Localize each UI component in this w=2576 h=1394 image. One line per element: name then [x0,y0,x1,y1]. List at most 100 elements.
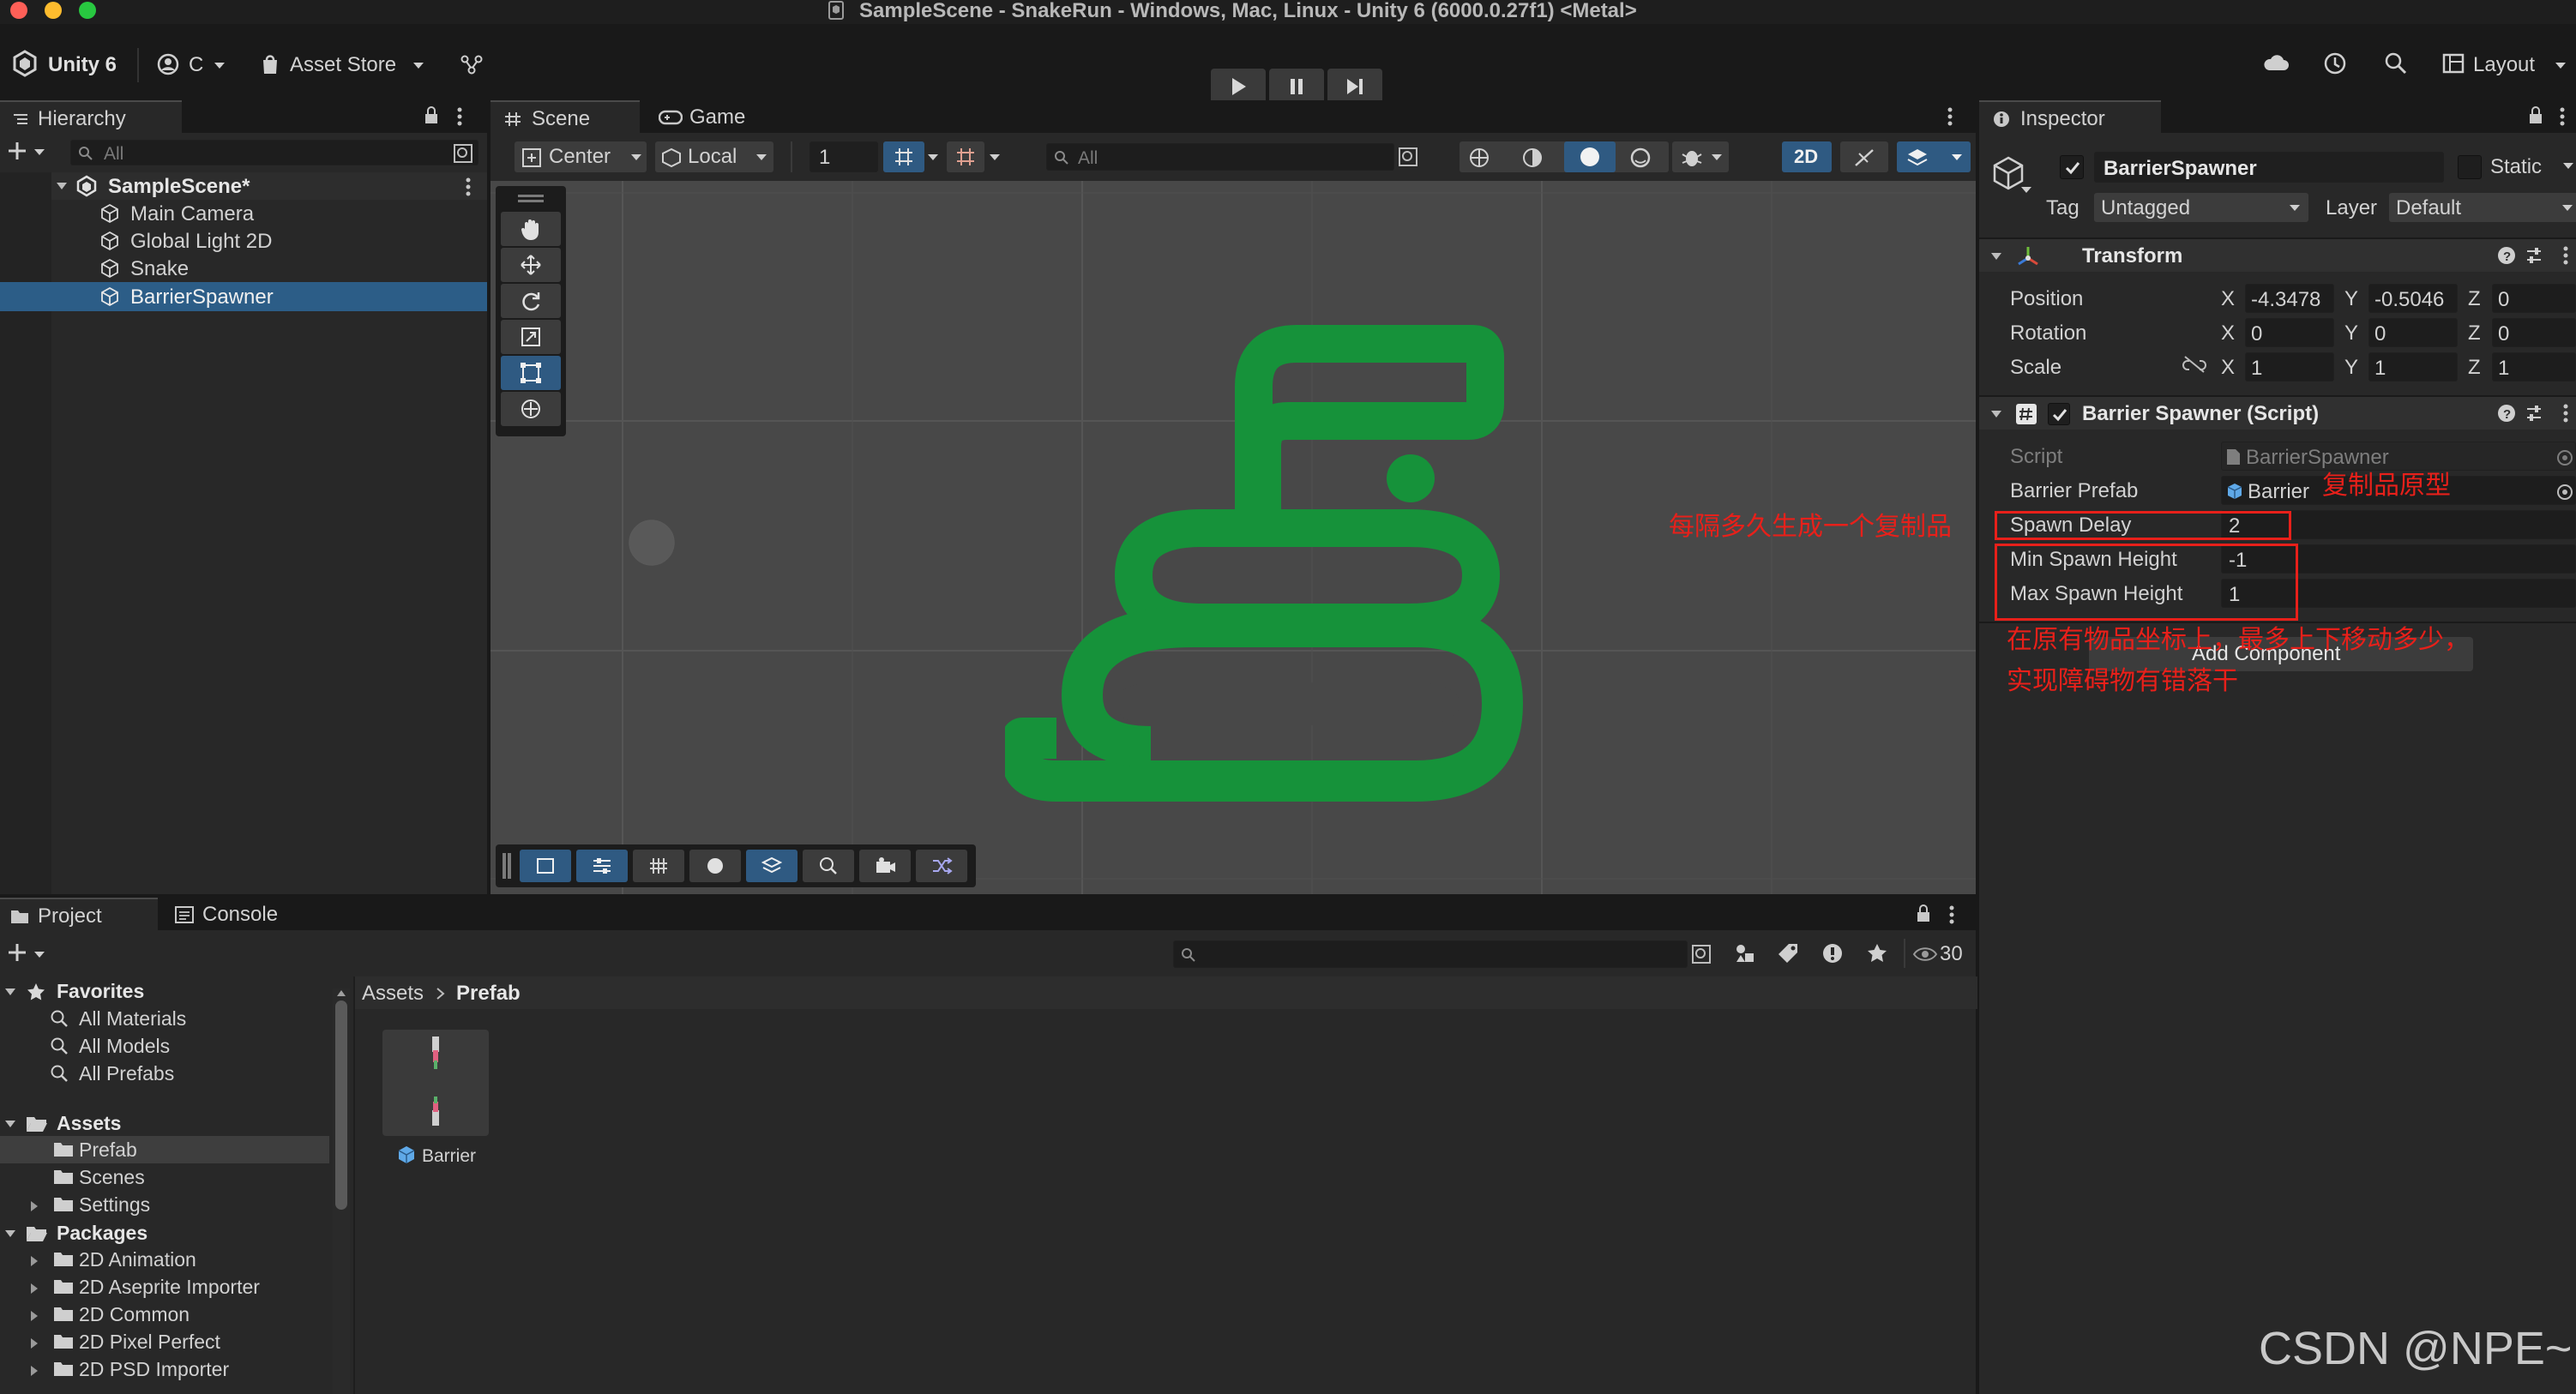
foldout-collapsed-icon[interactable] [29,1364,39,1378]
hierarchy-item[interactable]: Main Camera [51,200,487,227]
account-icon[interactable] [156,52,180,76]
lock-icon[interactable] [2528,106,2543,125]
folder-label[interactable]: Scenes [79,1168,145,1187]
foldout-arrow-icon[interactable] [3,1119,17,1129]
foldout-arrow-icon[interactable] [55,181,69,191]
tab-inspector[interactable]: Inspector [1979,100,2161,133]
help-icon[interactable]: ? [2497,404,2516,423]
foldout-collapsed-icon[interactable] [29,1199,39,1213]
rect-tool[interactable] [501,356,561,390]
overlay-rect-button[interactable] [520,850,571,882]
plus-icon[interactable] [7,942,27,963]
mode-2d-toggle[interactable]: 2D [1782,141,1832,172]
position-y-field[interactable]: -0.5046 [2368,284,2458,313]
hierarchy-item[interactable]: Snake [51,255,487,282]
scene-search-input[interactable]: All [1046,143,1394,171]
kebab-menu-icon[interactable] [1948,904,1955,925]
chevron-down-icon[interactable] [2562,162,2574,171]
package-label[interactable]: 2D Common [79,1305,190,1325]
axis-x-label[interactable]: X [2221,358,2235,378]
axis-z-label[interactable]: Z [2468,358,2481,378]
preset-sliders-icon[interactable] [2525,404,2543,423]
foldout-arrow-icon[interactable] [3,1229,17,1239]
search-icon[interactable] [2384,51,2408,75]
project-search-input[interactable] [1173,940,1688,968]
scene-row[interactable]: SampleScene* [51,172,487,200]
package-label[interactable]: 2D Aseprite Importer [79,1277,260,1297]
account-label[interactable]: C [189,55,203,75]
snake-sprite[interactable] [1005,292,1605,807]
kebab-menu-icon[interactable] [456,106,463,127]
overlay-shuffle-button[interactable] [916,850,967,882]
wireframe-globe-icon[interactable] [1468,147,1490,169]
overlay-sphere-button[interactable] [689,850,741,882]
preset-sliders-icon[interactable] [2525,246,2543,265]
search-options-icon[interactable] [1691,944,1712,964]
scale-x-field[interactable]: 1 [2245,352,2334,382]
minimize-window-button[interactable] [45,2,62,19]
tab-hierarchy[interactable]: Hierarchy [0,100,182,133]
asset-label[interactable]: Barrier [422,1147,476,1165]
tag-dropdown[interactable]: Untagged [2094,193,2308,222]
move-tool[interactable] [501,248,561,282]
favorite-item[interactable]: All Models [79,1036,170,1056]
overlay-align-button[interactable] [576,850,628,882]
position-x-field[interactable]: -4.3478 [2245,284,2334,313]
light-gizmo-icon[interactable] [626,517,677,568]
debug-dropdown[interactable] [1672,141,1729,172]
script-component-header[interactable]: Barrier Spawner (Script) ? [1979,397,2576,430]
pivot-dropdown[interactable]: Center [515,141,647,172]
chevron-down-icon[interactable] [926,153,940,163]
active-checkbox[interactable] [2060,155,2084,179]
overlay-layers-button[interactable] [746,850,797,882]
search-options-icon[interactable] [453,143,473,164]
search-options-icon[interactable] [1398,147,1418,167]
plus-icon[interactable] [7,141,27,161]
chevron-down-icon[interactable] [988,153,1002,163]
foldout-arrow-icon[interactable] [3,987,17,997]
component-enabled-checkbox[interactable] [2048,403,2070,425]
kebab-menu-icon[interactable] [1947,106,1953,127]
breadcrumb-item-current[interactable]: Prefab [456,983,521,1004]
layout-dropdown[interactable]: Layout [2473,55,2535,75]
lock-icon[interactable] [1916,904,1931,923]
pause-button[interactable] [1269,69,1324,105]
foldout-collapsed-icon[interactable] [29,1309,39,1323]
rotation-y-field[interactable]: 0 [2368,318,2458,347]
hand-tool[interactable] [501,212,561,246]
lighting-toggle[interactable] [1840,141,1888,172]
eye-hidden-icon[interactable] [1912,946,1938,963]
scrollbar-thumb[interactable] [335,1000,347,1210]
assets-label[interactable]: Assets [57,1114,121,1133]
rotation-x-field[interactable]: 0 [2245,318,2334,347]
cloud-icon[interactable] [2262,51,2290,75]
axis-z-label[interactable]: Z [2468,289,2481,309]
asset-store-button[interactable]: Asset Store [290,55,396,75]
link-constraint-icon[interactable] [2182,354,2207,375]
shaded-mode-toggle[interactable] [1564,141,1616,172]
hierarchy-search-input[interactable]: All [70,140,478,165]
object-picker-icon[interactable] [2556,484,2573,501]
overlay-camera-button[interactable] [859,850,911,882]
rotation-z-field[interactable]: 0 [2492,318,2576,347]
scale-z-field[interactable]: 1 [2492,352,2576,382]
favorite-item[interactable]: All Materials [79,1009,186,1029]
scroll-up-icon[interactable] [336,988,346,997]
packages-label[interactable]: Packages [57,1223,147,1243]
drag-handle[interactable] [503,853,506,879]
lock-icon[interactable] [424,106,439,125]
object-name-input[interactable]: BarrierSpawner [2094,152,2444,183]
layer-dropdown[interactable]: Default [2389,193,2576,222]
chevron-down-icon[interactable] [2020,186,2032,195]
kebab-menu-icon[interactable] [2562,246,2569,265]
hidden-count[interactable]: 30 [1940,944,1963,964]
favorites-label[interactable]: Favorites [57,982,144,1001]
tab-game[interactable]: Game [645,100,773,133]
help-icon[interactable]: ? [2497,246,2516,265]
foldout-collapsed-icon[interactable] [29,1337,39,1350]
close-window-button[interactable] [10,2,27,19]
kebab-menu-icon[interactable] [2559,106,2566,127]
gizmos-dropdown[interactable] [1897,141,1971,172]
transform-header[interactable]: Transform ? [1979,239,2576,272]
space-dropdown[interactable]: Local [655,141,773,172]
